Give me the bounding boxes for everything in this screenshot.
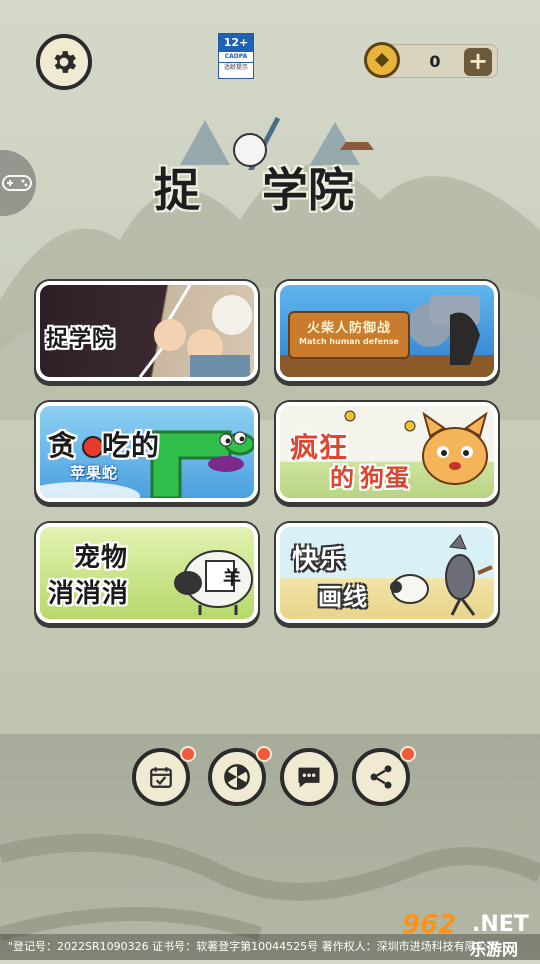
game-card-happy-draw[interactable]: 快乐 画线 [276, 523, 498, 623]
watermark-net: .NET [472, 912, 529, 937]
card-5-title-line1: 宠物 [74, 543, 129, 573]
calendar-check-icon [150, 767, 172, 788]
card-2-subtitle: Match human defense [299, 337, 399, 346]
gamepad-icon [2, 175, 32, 191]
settings-button[interactable] [36, 34, 92, 90]
coin-icon [364, 42, 400, 78]
gear-icon [54, 51, 77, 73]
notification-dot [256, 746, 272, 762]
rating-label: 适龄提示 [219, 62, 253, 73]
game-card-match-defense[interactable]: 火柴人防御战 Match human defense [276, 281, 498, 381]
card-6-title-line2: 画线 [318, 583, 368, 611]
card-1-title: 捉学院 [46, 327, 116, 352]
site-watermark: 962 .NET 乐游网 [402, 910, 536, 959]
card-4-title-part2: 的 [330, 464, 355, 492]
game-logo: 捉 学院 [150, 110, 390, 220]
card-5-sheep-char: 羊 [223, 568, 242, 589]
coin-count: 0 [429, 52, 441, 71]
notification-dot [180, 746, 196, 762]
chat-icon [298, 767, 320, 788]
game-card-pet-match[interactable]: 羊 宠物 消消消 [36, 523, 258, 623]
logo-char-1: 捉 [154, 163, 200, 217]
age-rating: 12+ [219, 34, 253, 52]
add-coins-button[interactable]: + [464, 48, 492, 76]
watermark-number: 962 [402, 910, 457, 940]
rating-org: CADPA [224, 53, 248, 60]
card-5-title-line2: 消消消 [48, 579, 130, 609]
game-card-crazy-dog[interactable]: 疯狂 的 狗蛋 [276, 402, 498, 502]
card-3-title-part1: 贪 [48, 429, 78, 462]
notification-dot [400, 746, 416, 762]
game-card-zhuo-xueyuan[interactable]: 捉学院 [36, 281, 258, 381]
card-3-title-part3: 苹果蛇 [70, 464, 119, 482]
watermark-cn: 乐游网 [470, 940, 519, 959]
share-icon [370, 765, 392, 789]
card-4-title-part3: 狗蛋 [360, 464, 410, 492]
card-3-title-part2: 吃的 [102, 429, 161, 462]
wheel-icon [224, 764, 250, 790]
logo-char-2: 学院 [262, 163, 354, 217]
card-2-banner: 火柴人防御战 Match human defense [288, 311, 410, 359]
apple-icon [82, 436, 104, 458]
message-button[interactable] [280, 748, 338, 806]
card-2-title: 火柴人防御战 [306, 321, 391, 336]
game-card-apple-snake[interactable]: 贪 吃的 苹果蛇 [36, 402, 258, 502]
age-rating-badge: 12+ CADPA 适龄提示 [218, 33, 254, 79]
card-6-title-line1: 快乐 [292, 545, 347, 575]
